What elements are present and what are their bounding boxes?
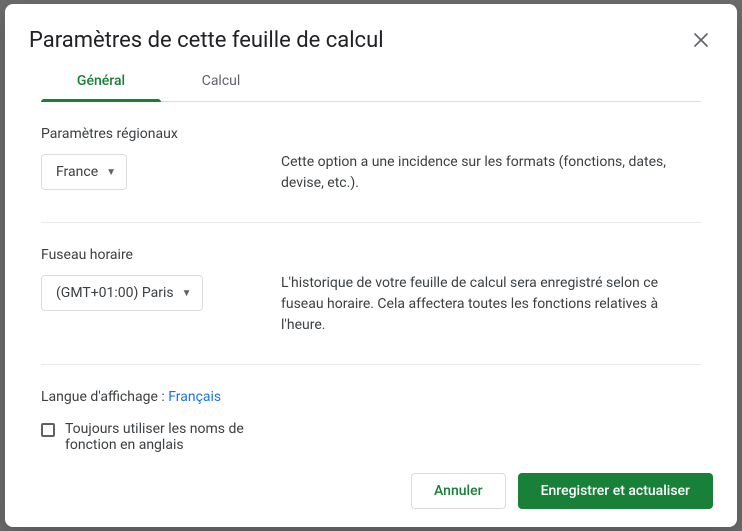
regional-right: Cette option a une incidence sur les for… [281,126,701,194]
tabs: Général Calcul [41,63,701,102]
english-functions-row: Toujours utiliser les noms de fonction e… [41,421,271,453]
timezone-desc: L'historique de votre feuille de calcul … [281,273,701,336]
english-functions-checkbox[interactable] [41,423,55,437]
caret-down-icon: ▼ [106,167,116,178]
english-functions-label: Toujours utiliser les noms de fonction e… [65,421,271,453]
regional-left: Paramètres régionaux France ▼ [41,126,261,194]
timezone-label: Fuseau horaire [41,247,261,263]
close-button[interactable] [689,28,713,52]
timezone-right: L'historique de votre feuille de calcul … [281,247,701,336]
timezone-section: Fuseau horaire (GMT+01:00) Paris ▼ L'his… [41,247,701,365]
dialog-header: Paramètres de cette feuille de calcul [29,28,713,53]
timezone-select-value: (GMT+01:00) Paris [56,285,174,301]
language-row: Langue d'affichage : Français [41,389,701,405]
settings-dialog: Paramètres de cette feuille de calcul Gé… [5,4,737,527]
cancel-button[interactable]: Annuler [411,473,506,509]
close-icon [694,33,708,47]
regional-desc: Cette option a une incidence sur les for… [281,152,701,194]
dialog-content: Paramètres régionaux France ▼ Cette opti… [29,102,713,457]
tab-general[interactable]: Général [41,63,161,101]
timezone-left: Fuseau horaire (GMT+01:00) Paris ▼ [41,247,261,336]
regional-section: Paramètres régionaux France ▼ Cette opti… [41,126,701,223]
timezone-select[interactable]: (GMT+01:00) Paris ▼ [41,275,203,311]
regional-select-value: France [56,164,98,180]
language-section: Langue d'affichage : Français Toujours u… [41,389,701,453]
save-button[interactable]: Enregistrer et actualiser [518,473,713,509]
tab-calcul[interactable]: Calcul [161,63,281,101]
caret-down-icon: ▼ [182,288,192,299]
language-link[interactable]: Français [168,389,221,405]
dialog-title: Paramètres de cette feuille de calcul [29,28,384,53]
dialog-footer: Annuler Enregistrer et actualiser [29,457,713,509]
regional-label: Paramètres régionaux [41,126,261,142]
regional-select[interactable]: France ▼ [41,154,127,190]
language-label: Langue d'affichage : [41,389,168,405]
